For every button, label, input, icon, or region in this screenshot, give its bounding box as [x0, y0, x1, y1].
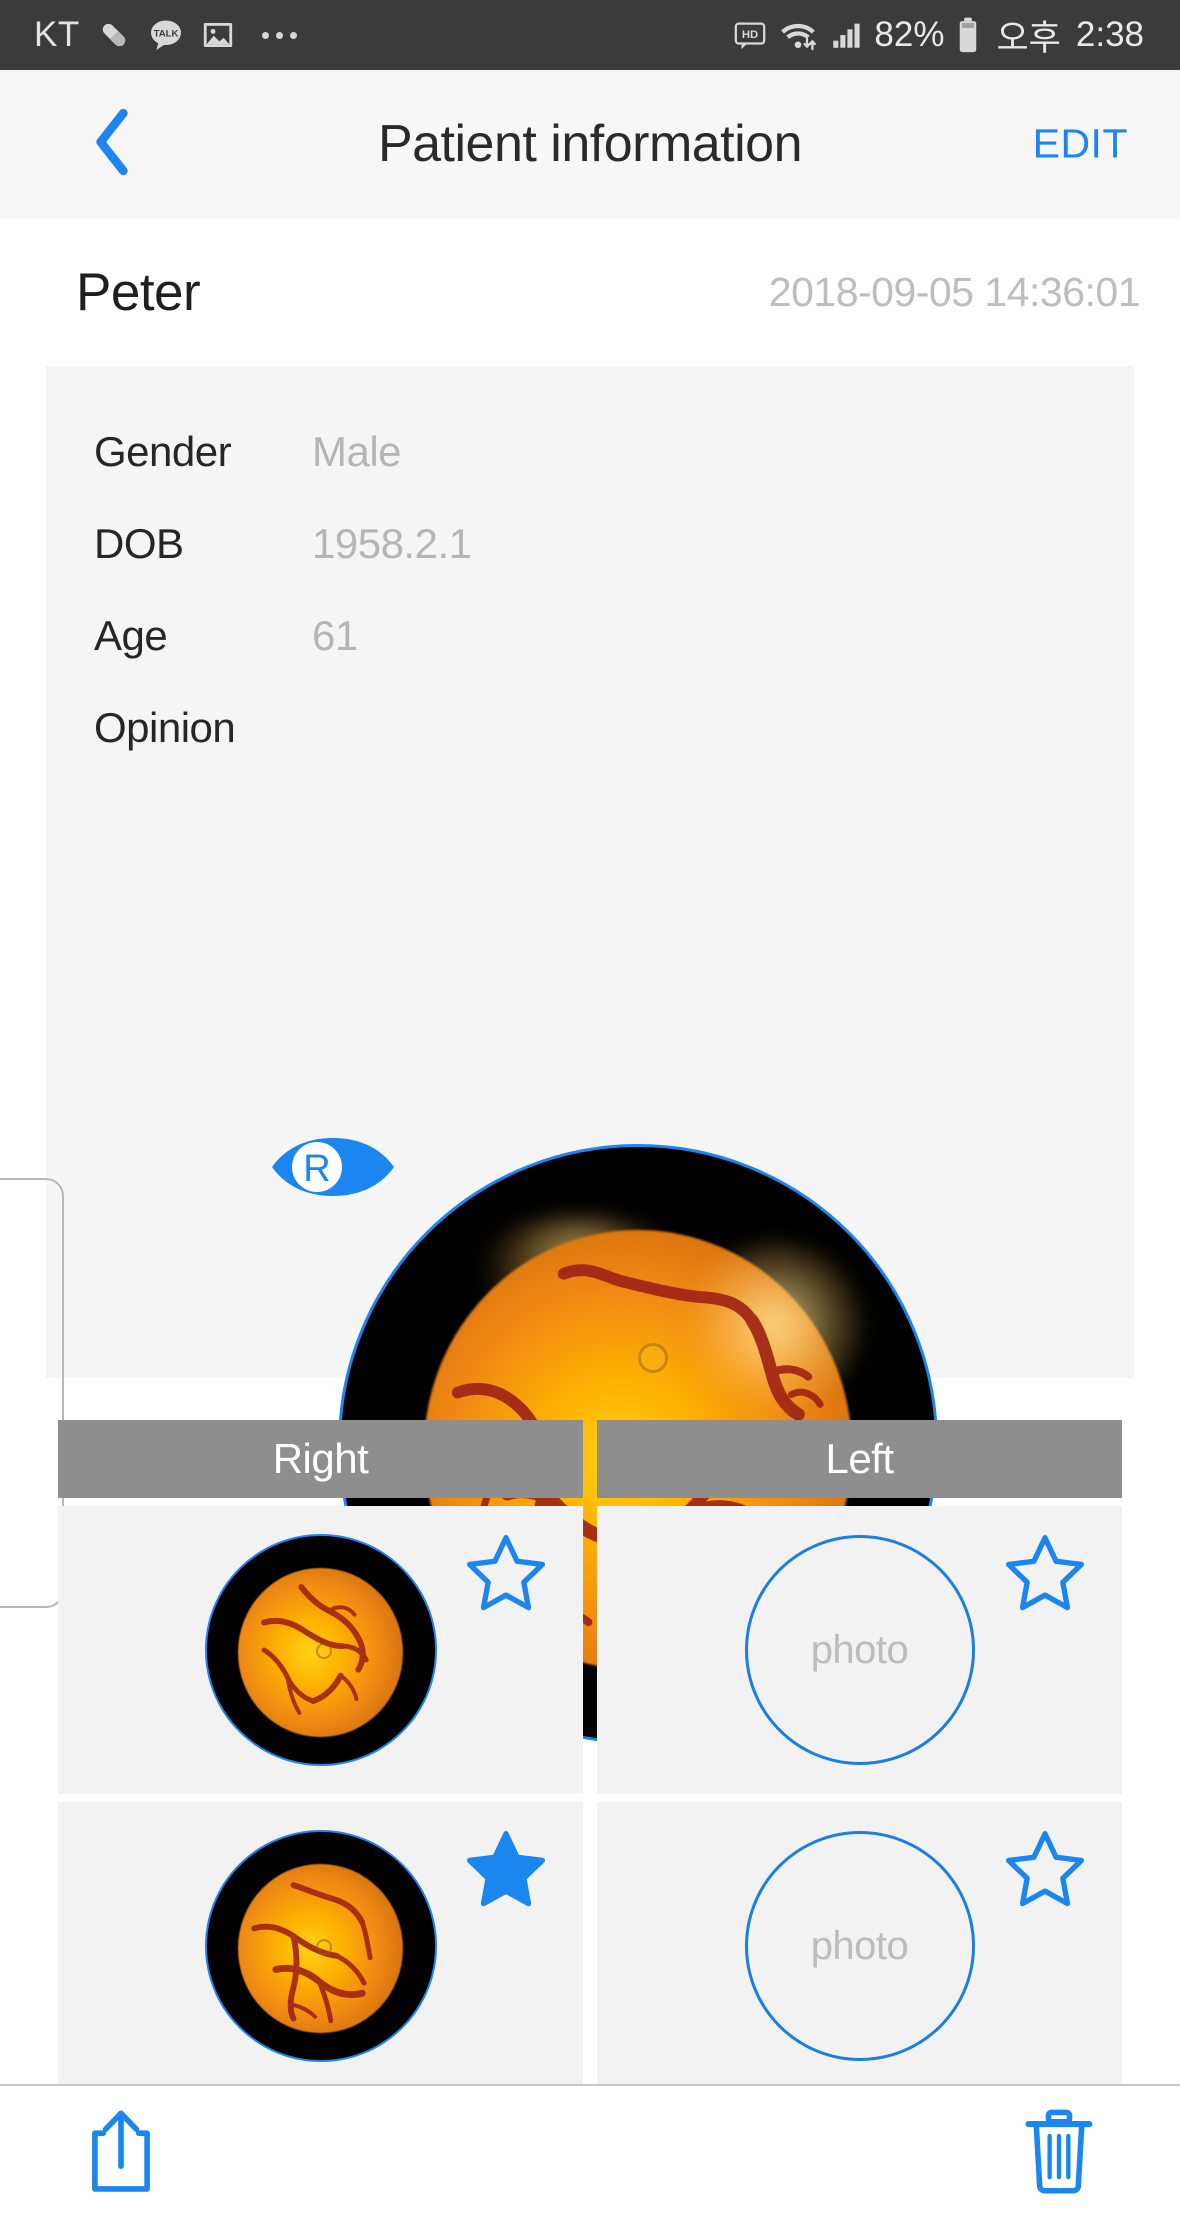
star-outline-icon[interactable] [1002, 1532, 1088, 1614]
hd-icon: HD [733, 18, 767, 52]
battery-percent-label: 82% [874, 15, 945, 54]
thumbnail-cell[interactable] [58, 1506, 583, 1794]
fundus-thumbnail[interactable] [204, 1830, 437, 2062]
edge-panel-outline [0, 1178, 64, 1608]
signal-icon [829, 18, 863, 52]
photo-icon [201, 18, 235, 52]
kakaotalk-icon: TALK [148, 17, 184, 53]
delete-button[interactable] [1014, 2105, 1104, 2201]
patient-name: Peter [76, 262, 201, 322]
wifi-icon [778, 17, 818, 53]
svg-text:R: R [303, 1148, 330, 1190]
battery-icon [955, 16, 981, 54]
info-row-age: Age 61 [94, 590, 994, 682]
more-dots-icon [261, 31, 297, 39]
fundus-thumbnail[interactable] [204, 1534, 437, 1766]
carrier-label: KT [34, 15, 80, 54]
share-icon [85, 2108, 157, 2199]
fundus-macula [315, 1939, 332, 1956]
thumbnail-column-left: Left photo photo [597, 1420, 1122, 2090]
patient-timestamp: 2018-09-05 14:36:01 [768, 268, 1141, 315]
patient-information-screen: KT TALK HD 82% 오후 2:38 Patient informati… [0, 0, 1180, 2220]
photo-placeholder-label: photo [810, 1923, 909, 1968]
photo-placeholder[interactable]: photo [744, 1535, 975, 1765]
info-label: Opinion [94, 704, 236, 751]
thumbnail-grid[interactable]: Right Left photo photo [58, 1420, 1122, 2090]
patient-info-list: Gender Male DOB 1958.2.1 Age 61 Opinion [94, 406, 994, 774]
star-outline-icon[interactable] [463, 1532, 549, 1614]
patient-name-row: Peter 2018-09-05 14:36:01 [0, 218, 1180, 366]
star-filled-icon[interactable] [463, 1828, 549, 1910]
svg-text:HD: HD [742, 29, 758, 41]
column-header-left[interactable]: Left [597, 1420, 1122, 1498]
info-row-opinion: Opinion [94, 682, 994, 774]
edit-button[interactable]: EDIT [1023, 111, 1138, 178]
status-bar-right: HD 82% 오후 2:38 [733, 10, 1144, 61]
bottom-toolbar [0, 2086, 1180, 2220]
trash-icon [1021, 2108, 1097, 2199]
share-button[interactable] [76, 2105, 166, 2201]
chevron-left-icon [88, 107, 138, 182]
info-label: DOB [94, 520, 184, 567]
page-title: Patient information [377, 115, 803, 173]
fundus-macula [638, 1343, 668, 1373]
thumbnail-cell[interactable]: photo [597, 1506, 1122, 1794]
photo-placeholder[interactable]: photo [744, 1831, 975, 2061]
star-outline-icon[interactable] [1002, 1828, 1088, 1910]
info-label: Age [94, 612, 168, 659]
status-bar: KT TALK HD 82% 오후 2:38 [0, 0, 1180, 70]
column-header-right[interactable]: Right [58, 1420, 583, 1498]
back-button[interactable] [78, 107, 148, 182]
clock-label: 2:38 [1075, 15, 1144, 54]
svg-text:TALK: TALK [153, 29, 178, 40]
thumbnail-cell[interactable]: photo [597, 1802, 1122, 2090]
pill-icon [97, 18, 131, 52]
thumbnail-cell[interactable] [58, 1802, 583, 2090]
photo-placeholder-label: photo [810, 1627, 909, 1672]
info-row-dob: DOB 1958.2.1 [94, 498, 994, 590]
thumbnail-column-right: Right [58, 1420, 583, 2090]
patient-info-card: Gender Male DOB 1958.2.1 Age 61 Opinion … [46, 366, 1134, 1744]
info-value: Male [312, 428, 402, 475]
am-pm-label: 오후 [996, 18, 1061, 58]
info-value: 61 [312, 612, 358, 659]
info-value: 1958.2.1 [312, 520, 472, 567]
fundus-macula [315, 1643, 332, 1660]
info-row-gender: Gender Male [94, 406, 994, 498]
info-label: Gender [94, 428, 232, 475]
status-bar-left: KT TALK [34, 15, 297, 55]
app-header: Patient information EDIT [0, 70, 1180, 218]
